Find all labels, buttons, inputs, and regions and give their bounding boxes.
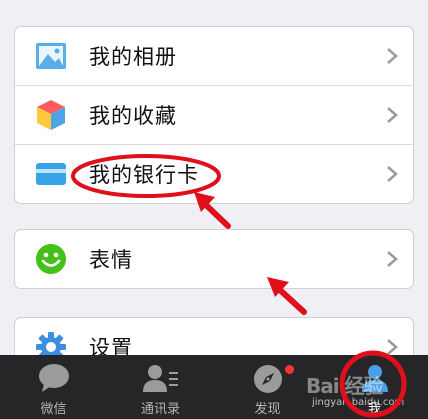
- chevron-right-icon: [385, 249, 399, 269]
- tab-discover[interactable]: 发现: [214, 355, 321, 419]
- tab-chats[interactable]: 微信: [0, 355, 107, 419]
- watermark-logo: Bai 经验: [306, 374, 384, 398]
- menu-item-label: 我的收藏: [89, 104, 177, 128]
- chat-bubble-icon: [37, 363, 71, 397]
- bank-card-icon: [35, 158, 67, 190]
- menu-item-favorites[interactable]: 我的收藏: [15, 86, 413, 145]
- chevron-right-icon: [385, 46, 399, 66]
- chevron-right-icon: [385, 164, 399, 184]
- notification-badge: [285, 365, 294, 374]
- menu-item-label: 我的银行卡: [89, 163, 199, 187]
- menu-group-2: 表情: [14, 229, 414, 289]
- chevron-right-icon: [385, 105, 399, 125]
- tab-label: 通讯录: [140, 402, 180, 417]
- menu-item-stickers[interactable]: 表情: [15, 230, 413, 288]
- photo-album-icon: [35, 40, 67, 72]
- menu-item-label: 表情: [89, 248, 133, 272]
- tab-contacts[interactable]: 通讯录: [107, 355, 214, 419]
- menu-group-1: 我的相册 我的收藏 我的银行卡: [14, 26, 414, 204]
- menu-item-bank-card[interactable]: 我的银行卡: [15, 145, 413, 203]
- tab-label: 微信: [40, 402, 67, 417]
- favorites-cube-icon: [35, 99, 67, 131]
- menu-item-album[interactable]: 我的相册: [15, 27, 413, 86]
- chevron-right-icon: [385, 337, 399, 357]
- smiley-face-icon: [35, 243, 67, 275]
- compass-icon: [252, 363, 284, 399]
- menu-item-label: 我的相册: [89, 45, 177, 69]
- contacts-icon: [142, 363, 180, 397]
- tab-label: 发现: [254, 402, 281, 417]
- watermark-url: jingyan.baidu.com: [312, 397, 405, 408]
